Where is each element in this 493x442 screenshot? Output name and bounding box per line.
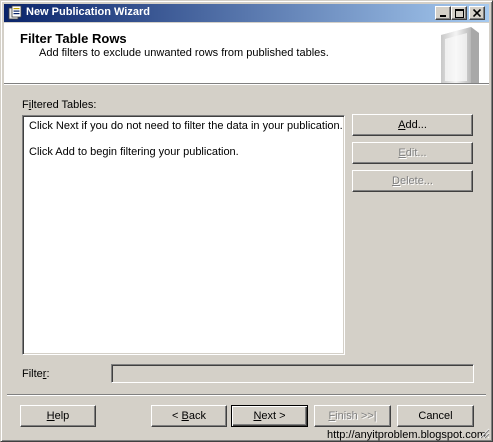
minimize-button[interactable] bbox=[435, 6, 451, 20]
delete-button[interactable]: Delete... bbox=[352, 170, 473, 192]
maximize-icon bbox=[454, 8, 464, 18]
edit-button[interactable]: Edit... bbox=[352, 142, 473, 164]
window-title: New Publication Wizard bbox=[26, 6, 150, 18]
list-item: Click Add to begin filtering your public… bbox=[29, 146, 239, 158]
maximize-button[interactable] bbox=[451, 6, 467, 20]
header-separator bbox=[4, 84, 489, 85]
filter-label: Filter: bbox=[22, 368, 50, 380]
wizard-window: New Publication Wizard Filter Table Rows… bbox=[0, 0, 493, 442]
list-item: Click Next if you do not need to filter … bbox=[29, 120, 343, 132]
finish-button[interactable]: Finish >>| bbox=[314, 405, 391, 427]
close-icon bbox=[473, 9, 481, 17]
back-button[interactable]: < Back bbox=[151, 405, 227, 427]
help-button[interactable]: Help bbox=[20, 405, 96, 427]
watermark-url: http://anyitproblem.blogspot.com bbox=[327, 429, 486, 441]
header-panel: Filter Table Rows Add filters to exclude… bbox=[4, 23, 489, 84]
wizard-book-graphic bbox=[441, 27, 479, 83]
minimize-icon bbox=[440, 15, 446, 17]
close-button[interactable] bbox=[469, 6, 485, 20]
title-bar[interactable]: New Publication Wizard bbox=[4, 4, 489, 22]
app-icon bbox=[8, 5, 22, 20]
cancel-button[interactable]: Cancel bbox=[397, 405, 474, 427]
next-button[interactable]: Next > bbox=[231, 405, 308, 427]
filter-field[interactable] bbox=[111, 364, 474, 383]
page-subtitle: Add filters to exclude unwanted rows fro… bbox=[39, 47, 329, 59]
add-button[interactable]: Add... bbox=[352, 114, 473, 136]
filtered-tables-label: Filtered Tables: bbox=[22, 99, 97, 111]
page-title: Filter Table Rows bbox=[20, 31, 127, 46]
footer-separator bbox=[7, 394, 486, 396]
resize-grip-icon[interactable] bbox=[478, 427, 490, 439]
filtered-tables-list[interactable]: Click Next if you do not need to filter … bbox=[22, 115, 345, 355]
